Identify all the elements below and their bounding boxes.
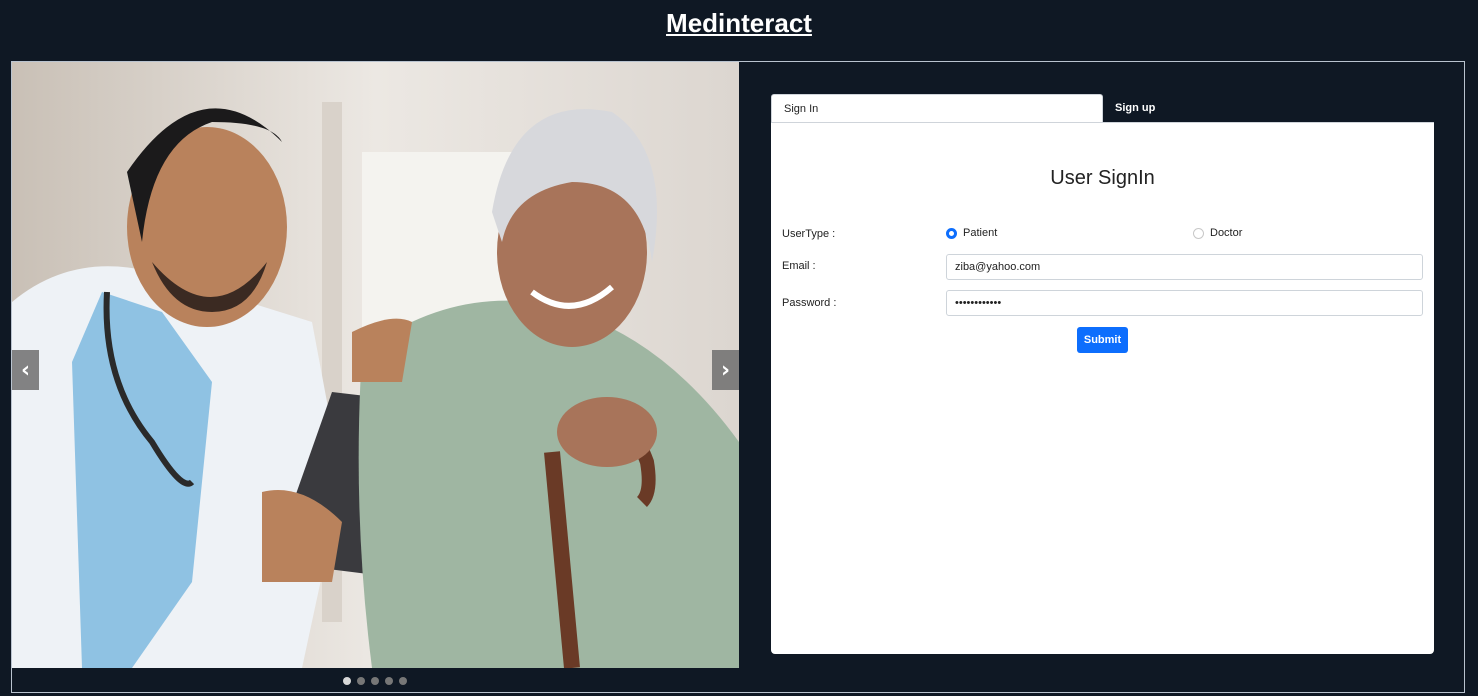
doctor-radio-label: Doctor (1210, 227, 1243, 239)
carousel-indicator[interactable] (357, 677, 365, 685)
password-field[interactable] (946, 290, 1423, 316)
signin-panel: User SignIn UserType : Patient Doctor Em… (771, 122, 1434, 654)
carousel-indicators (343, 677, 407, 685)
carousel-indicator[interactable] (399, 677, 407, 685)
carousel-prev-button[interactable]: ‹ (12, 350, 39, 390)
carousel-next-button[interactable]: › (712, 350, 739, 390)
patient-radio-label: Patient (963, 227, 998, 239)
tab-sign-up[interactable]: Sign up (1103, 94, 1303, 123)
doctor-patient-photo (12, 62, 739, 668)
password-label: Password : (782, 297, 837, 309)
image-carousel (12, 62, 739, 668)
tab-sign-in[interactable]: Sign In (771, 94, 1103, 123)
signin-title: User SignIn (1050, 167, 1155, 189)
auth-tabs: Sign In Sign up (771, 94, 1434, 123)
usertype-label: UserType : (782, 228, 836, 240)
doctor-radio[interactable] (1193, 227, 1204, 239)
carousel-indicator[interactable] (343, 677, 351, 685)
carousel-indicator[interactable] (385, 677, 393, 685)
submit-button[interactable]: Submit (1077, 327, 1128, 353)
site-title: Medinteract (666, 8, 812, 38)
email-label: Email : (782, 260, 816, 272)
patient-radio-option[interactable]: Patient (946, 227, 997, 239)
carousel-indicator[interactable] (371, 677, 379, 685)
email-field[interactable] (946, 254, 1423, 280)
doctor-radio-option[interactable]: Doctor (1193, 227, 1242, 239)
patient-radio[interactable] (946, 227, 957, 239)
